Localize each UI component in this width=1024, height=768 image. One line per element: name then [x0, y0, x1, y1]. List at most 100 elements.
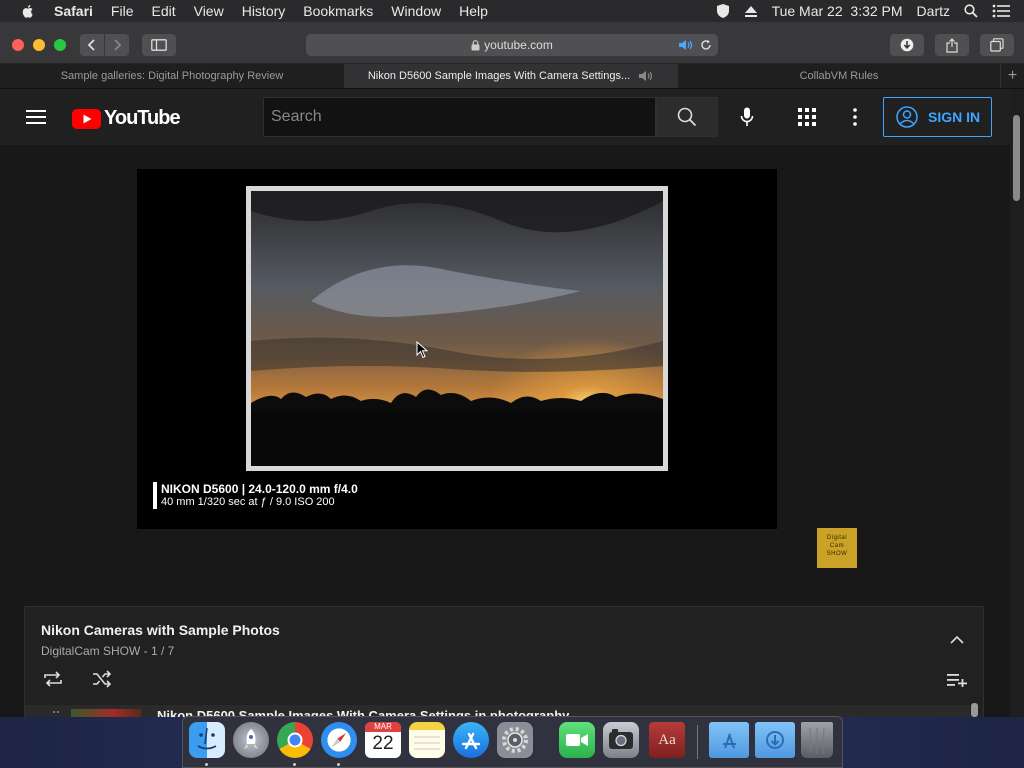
- photo-settings-caption: NIKON D5600 | 24.0-120.0 mm f/4.0 40 mm …: [153, 482, 358, 509]
- tab-overview-button[interactable]: [980, 34, 1014, 56]
- youtube-logo[interactable]: YouTube: [72, 107, 181, 130]
- dock: MAR 22 Aa: [182, 716, 843, 768]
- finder-icon[interactable]: [189, 722, 225, 758]
- share-icon: [946, 37, 958, 53]
- menu-bookmarks[interactable]: Bookmarks: [303, 3, 373, 19]
- more-options-icon[interactable]: [853, 108, 857, 126]
- sign-in-button[interactable]: SIGN IN: [883, 97, 992, 137]
- url-text: youtube.com: [484, 38, 553, 52]
- loop-playlist-icon[interactable]: [42, 670, 64, 688]
- menu-window[interactable]: Window: [391, 3, 441, 19]
- sidebar-icon: [151, 39, 167, 51]
- audio-playing-icon[interactable]: [678, 39, 694, 51]
- app-store-icon[interactable]: [453, 722, 489, 758]
- watermark-line: Cam: [829, 543, 845, 549]
- watermark-line: SHOW: [826, 551, 848, 557]
- youtube-page: YouTube Search SIGN IN NIKON D5600 | 24.…: [0, 89, 1010, 717]
- account-circle-icon: [896, 106, 918, 128]
- close-window-button[interactable]: [12, 39, 24, 51]
- chrome-icon[interactable]: [277, 722, 313, 758]
- apple-menu-icon[interactable]: [20, 3, 36, 19]
- tabs-icon: [990, 38, 1004, 52]
- downloads-folder-icon[interactable]: [755, 722, 795, 758]
- share-button[interactable]: [935, 34, 969, 56]
- forward-button[interactable]: [105, 34, 129, 56]
- shield-icon[interactable]: [716, 3, 730, 19]
- minimize-window-button[interactable]: [33, 39, 45, 51]
- notification-center-icon[interactable]: [992, 4, 1010, 18]
- sample-photo-frame: [246, 186, 668, 471]
- sidebar-button[interactable]: [142, 34, 176, 56]
- launchpad-icon[interactable]: [233, 722, 269, 758]
- tab-bar: Sample galleries: Digital Photography Re…: [0, 64, 1024, 89]
- tab-sample-galleries[interactable]: Sample galleries: Digital Photography Re…: [0, 64, 344, 88]
- youtube-logo-text: YouTube: [104, 107, 181, 129]
- tab-collabvm-rules[interactable]: CollabVM Rules: [678, 64, 1000, 88]
- tab-title: CollabVM Rules: [799, 70, 879, 82]
- playlist-scrollbar[interactable]: [971, 703, 978, 717]
- facetime-icon[interactable]: [559, 722, 595, 758]
- apps-grid-icon[interactable]: [798, 108, 816, 126]
- zoom-window-button[interactable]: [54, 39, 66, 51]
- menu-history[interactable]: History: [242, 3, 286, 19]
- shuffle-playlist-icon[interactable]: [91, 670, 113, 688]
- sign-in-label: SIGN IN: [928, 109, 981, 125]
- safari-icon[interactable]: [321, 722, 357, 758]
- chevron-left-icon: [87, 39, 95, 51]
- playlist-subtitle[interactable]: DigitalCam SHOW - 1 / 7: [41, 644, 174, 658]
- search-icon: [677, 107, 697, 127]
- eject-icon[interactable]: [744, 4, 758, 18]
- playlist-title[interactable]: Nikon Cameras with Sample Photos: [41, 622, 280, 638]
- downloads-button[interactable]: [890, 34, 924, 56]
- user-name[interactable]: Dartz: [917, 3, 950, 19]
- clock[interactable]: Tue Mar 22 3:32 PM: [772, 3, 903, 19]
- reload-icon[interactable]: [700, 39, 712, 51]
- channel-watermark[interactable]: Digital Cam SHOW: [817, 528, 857, 568]
- screenshot-icon[interactable]: [603, 722, 639, 758]
- calendar-icon[interactable]: MAR 22: [365, 722, 401, 758]
- address-bar[interactable]: youtube.com: [306, 34, 718, 56]
- download-icon: [900, 38, 914, 52]
- menu-view[interactable]: View: [194, 3, 224, 19]
- new-tab-button[interactable]: +: [1000, 64, 1024, 88]
- tab-audio-icon[interactable]: [638, 70, 654, 82]
- running-indicator: [293, 763, 296, 766]
- search-placeholder: Search: [271, 108, 322, 125]
- playlist-panel: Nikon Cameras with Sample Photos Digital…: [24, 606, 984, 717]
- tab-title: Nikon D5600 Sample Images With Camera Se…: [367, 70, 631, 82]
- back-button[interactable]: [80, 34, 104, 56]
- search-button[interactable]: [656, 97, 718, 137]
- applications-folder-icon[interactable]: [709, 722, 749, 758]
- exposure-settings-label: 40 mm 1/320 sec at ƒ / 9.0 ISO 200: [161, 496, 335, 508]
- lock-icon: [471, 39, 480, 50]
- safari-toolbar: youtube.com: [0, 22, 1024, 64]
- video-player[interactable]: NIKON D5600 | 24.0-120.0 mm f/4.0 40 mm …: [137, 169, 777, 529]
- playlist-item-thumbnail: [71, 709, 141, 717]
- scrollbar-thumb[interactable]: [1013, 115, 1020, 201]
- menu-bar: Safari File Edit View History Bookmarks …: [0, 0, 1024, 22]
- menu-help[interactable]: Help: [459, 3, 488, 19]
- hamburger-menu-icon[interactable]: [26, 109, 46, 125]
- page-scrollbar[interactable]: [1010, 89, 1024, 717]
- notes-icon[interactable]: [409, 722, 445, 758]
- running-indicator: [205, 763, 208, 766]
- tab-nikon-d5600[interactable]: Nikon D5600 Sample Images With Camera Se…: [344, 64, 678, 88]
- app-menu-safari[interactable]: Safari: [54, 3, 93, 19]
- system-preferences-icon[interactable]: [497, 722, 533, 758]
- menu-file[interactable]: File: [111, 3, 134, 19]
- spotlight-search-icon[interactable]: [964, 4, 978, 18]
- calendar-day: 22: [372, 733, 394, 754]
- plus-icon: +: [1007, 67, 1018, 84]
- chevron-up-icon[interactable]: [950, 635, 964, 644]
- tab-title: Sample galleries: Digital Photography Re…: [60, 70, 284, 82]
- search-input[interactable]: Search: [263, 97, 656, 137]
- menu-edit[interactable]: Edit: [151, 3, 175, 19]
- microphone-icon[interactable]: [740, 107, 754, 127]
- youtube-play-logo-icon: [72, 108, 101, 129]
- youtube-header: YouTube Search SIGN IN: [0, 89, 1010, 145]
- trash-icon[interactable]: [801, 722, 833, 758]
- dock-separator: [697, 725, 698, 759]
- save-playlist-icon[interactable]: [947, 673, 967, 687]
- chevron-right-icon: [114, 39, 122, 51]
- dictionary-icon[interactable]: Aa: [649, 722, 685, 758]
